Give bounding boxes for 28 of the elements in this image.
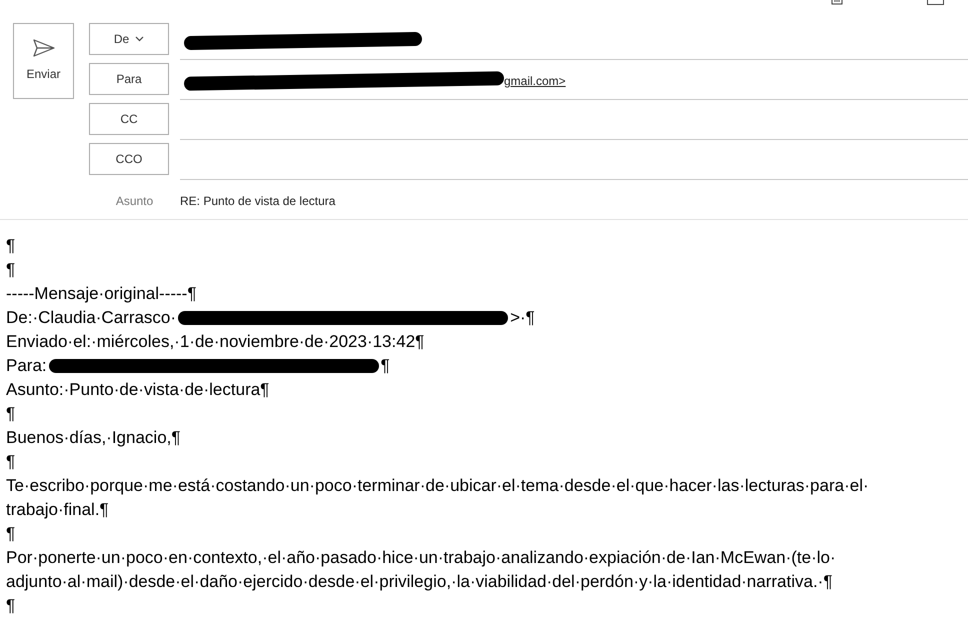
body-text: Asunto:·Punto·de·vista·de·lectura¶ [6,379,270,401]
body-text: ¶ [6,523,16,545]
send-icon [32,39,54,57]
subject-field[interactable]: RE: Punto de vista de lectura [180,192,336,210]
body-text: De:·Claudia·Carrasco· [6,307,176,329]
bcc-button[interactable]: CCO [89,143,169,175]
body-text: Te·escribo·porque·me·está·costando·un·poco·terminar·de·ubicar·el·tema·desde·el·que·hacer·las·lecturas·para·el· trabajo·final.¶ [6,475,870,521]
body-text: ¶ [6,403,16,425]
to-field[interactable]: gmail.com> [180,63,968,100]
body-text: ¶ [6,595,16,617]
body-text: Buenos·días,·Ignacio,¶ [6,427,182,449]
cc-button[interactable]: CC [89,103,169,135]
body-text: >·¶ [510,307,535,329]
body-text: ¶ [380,355,390,377]
body-text: ¶ [415,331,424,353]
body-text: ¶ [6,451,16,473]
body-text: ¶ [6,259,16,281]
body-text: Por·ponerte·un·poco·en·contexto,·el·año·pasado·hice·un·trabajo·analizando·expiación·de·Ian·McEwan·(te·lo· adjunto·al·mail)·desde·el·daño·ejercido·desde·el·privilegio,·la·viabilidad·del·perdón·y·la·identidad·narrativa.·¶ [6,547,837,593]
body-text: -----Mensaje·original-----¶ [6,283,198,305]
body-text: ¶ [6,235,16,257]
from-button[interactable]: De [89,23,169,55]
email-address: gmail.com> [504,73,566,90]
body-text: Para: [6,355,47,377]
subject-label: Asunto [114,193,154,210]
chevron-down-icon [135,36,144,42]
send-button[interactable]: Enviar [13,23,74,99]
body-text: Enviado·el:·miércoles,·1·de·noviembre·de·2023·13:42 [6,331,416,353]
to-button[interactable]: Para [89,63,169,95]
